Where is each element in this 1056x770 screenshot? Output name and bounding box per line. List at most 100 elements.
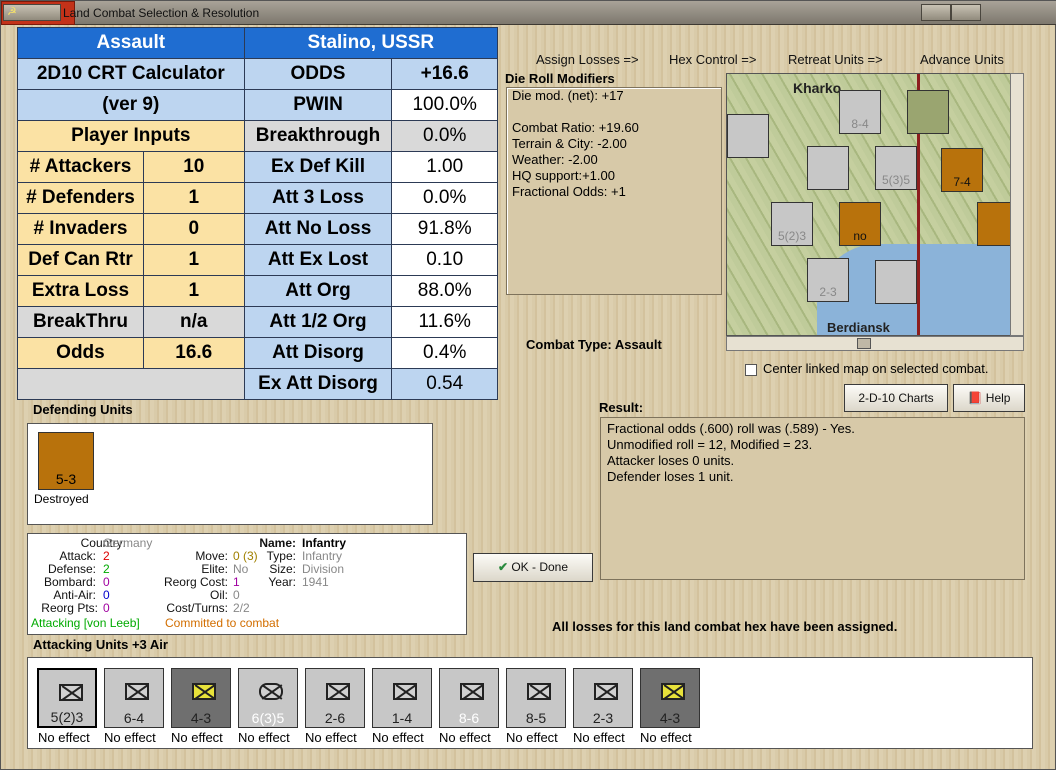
out-label: Breakthrough [243, 120, 393, 152]
map-horizontal-scrollbar[interactable] [726, 336, 1024, 351]
map-city-label: Berdiansk [827, 320, 890, 335]
ok-done-button[interactable]: ✔ OK - Done [473, 553, 593, 582]
attacking-counter[interactable]: 6-4 [104, 668, 164, 728]
detail-label: Year: [268, 575, 296, 589]
step-retreat-units[interactable]: Retreat Units => [788, 52, 883, 67]
map-counter[interactable]: 5(2)3 [771, 202, 813, 246]
input-value[interactable]: 10 [142, 151, 245, 183]
charts-button[interactable]: 2-D-10 Charts [844, 384, 948, 412]
step-advance-units[interactable]: Advance Units [920, 52, 1004, 67]
out-value: 100.0% [391, 89, 498, 121]
attacking-counter[interactable]: 6(3)5 [238, 668, 298, 728]
drm-label: Die Roll Modifiers [505, 71, 615, 86]
checkbox-icon[interactable] [745, 363, 757, 376]
scroll-thumb[interactable] [857, 338, 871, 349]
step-assign-losses[interactable]: Assign Losses => [536, 52, 639, 67]
unit-effect: No effect [38, 730, 90, 745]
attacking-counter[interactable]: 5(2)3 [37, 668, 97, 728]
help-button[interactable]: 📕 Help [953, 384, 1025, 412]
attacking-counter[interactable]: 2-3 [573, 668, 633, 728]
step-hex-control[interactable]: Hex Control => [669, 52, 756, 67]
detail-label: Cost/Turns: [166, 601, 228, 615]
maximize-button[interactable] [951, 4, 981, 21]
input-label: Extra Loss [17, 275, 144, 307]
result-line: Unmodified roll = 12, Modified = 23. [607, 437, 813, 452]
input-label: # Defenders [17, 182, 144, 214]
combat-type: Combat Type: Assault [526, 337, 662, 352]
unit-effect: No effect [171, 730, 223, 745]
crt-version: (ver 9) [17, 89, 245, 121]
result-label: Result: [599, 400, 644, 415]
drm-line: Die mod. (net): +17 [512, 88, 624, 103]
unit-effect: No effect [640, 730, 692, 745]
map-counter[interactable]: 7-4 [941, 148, 983, 192]
crt-calculator: Assault Stalino, USSR 2D10 CRT Calculato… [17, 27, 499, 400]
map-vertical-scrollbar[interactable] [1010, 73, 1024, 336]
input-value[interactable]: 1 [142, 182, 245, 214]
defending-units-box: 5-3 Destroyed [27, 423, 433, 525]
out-value: 0.0% [391, 182, 498, 214]
map-city-label: Kharko [793, 80, 842, 96]
hammer-sickle-icon: ☭ [7, 6, 17, 18]
input-label: Def Can Rtr [17, 244, 144, 276]
armor-symbol-icon [259, 683, 283, 700]
map-counter[interactable]: 2-3 [807, 258, 849, 302]
out-value: 11.6% [391, 306, 498, 338]
input-value[interactable]: 1 [142, 275, 245, 307]
attacking-counter[interactable]: 4-3 [640, 668, 700, 728]
map-air-counter[interactable] [807, 146, 849, 190]
detail-value: Germany [103, 536, 153, 550]
attacking-counter[interactable]: 8-5 [506, 668, 566, 728]
crt-header-left: Assault [17, 27, 245, 59]
unit-details: Country: Germany Attack: 2 Defense: 2 Bo… [27, 533, 467, 635]
out-value: 1.00 [391, 151, 498, 183]
defending-status: Destroyed [34, 492, 89, 506]
input-label: BreakThru [17, 306, 144, 338]
combat-window: Land Combat Selection & Resolution ☭ Ass… [0, 0, 1056, 770]
input-value[interactable]: 0 [142, 213, 245, 245]
infantry-symbol-icon [192, 683, 216, 700]
minimize-button[interactable] [921, 4, 951, 21]
drm-line: Terrain & City: -2.00 [512, 136, 627, 151]
linked-map[interactable]: Kharko Berdiansk 8-4 5(3)5 7-4 5(2)3 no … [726, 73, 1024, 336]
empty-cell [17, 368, 245, 400]
map-counter[interactable] [727, 114, 769, 158]
attacking-units-box: 5(2)3 No effect 6-4 No effect 4-3 No eff… [27, 657, 1033, 749]
map-air-counter[interactable] [907, 90, 949, 134]
detail-label: Reorg Pts: [41, 601, 98, 615]
defending-counter[interactable]: 5-3 [38, 432, 94, 490]
map-counter[interactable]: 5(3)5 [875, 146, 917, 190]
drm-line: Combat Ratio: +19.60 [512, 120, 639, 135]
out-value: 88.0% [391, 275, 498, 307]
out-value: 0.4% [391, 337, 498, 369]
result-box: Fractional odds (.600) roll was (.589) -… [600, 417, 1025, 580]
attacking-counter[interactable]: 2-6 [305, 668, 365, 728]
attacking-counter[interactable]: 1-4 [372, 668, 432, 728]
checkmark-icon: ✔ [497, 560, 508, 574]
drm-line [507, 104, 721, 120]
out-label: Ex Att Disorg [243, 368, 393, 400]
map-air-counter[interactable] [875, 260, 917, 304]
window-title: Land Combat Selection & Resolution [63, 6, 260, 20]
out-label: Att No Loss [243, 213, 393, 245]
drm-box: Die mod. (net): +17 Combat Ratio: +19.60… [506, 87, 722, 295]
unit-effect: No effect [238, 730, 290, 745]
input-label: Odds [17, 337, 144, 369]
input-label: # Invaders [17, 213, 144, 245]
out-value: +16.6 [391, 58, 498, 90]
out-label: Att Disorg [243, 337, 393, 369]
player-inputs-header: Player Inputs [17, 120, 245, 152]
title-bar: Land Combat Selection & Resolution ☭ [1, 1, 1056, 25]
losses-message: All losses for this land combat hex have… [552, 619, 898, 634]
center-linked-checkbox[interactable]: Center linked map on selected combat. [745, 361, 988, 376]
drm-line: HQ support:+1.00 [512, 168, 615, 183]
input-value[interactable]: 1 [142, 244, 245, 276]
infantry-symbol-icon [59, 684, 83, 701]
mountain-symbol-icon [661, 683, 685, 700]
attacking-counter[interactable]: 8-6 [439, 668, 499, 728]
input-label: # Attackers [17, 151, 144, 183]
map-counter[interactable]: 8-4 [839, 90, 881, 134]
out-value: 91.8% [391, 213, 498, 245]
map-selected-hex[interactable]: no [839, 202, 881, 246]
attacking-counter[interactable]: 4-3 [171, 668, 231, 728]
